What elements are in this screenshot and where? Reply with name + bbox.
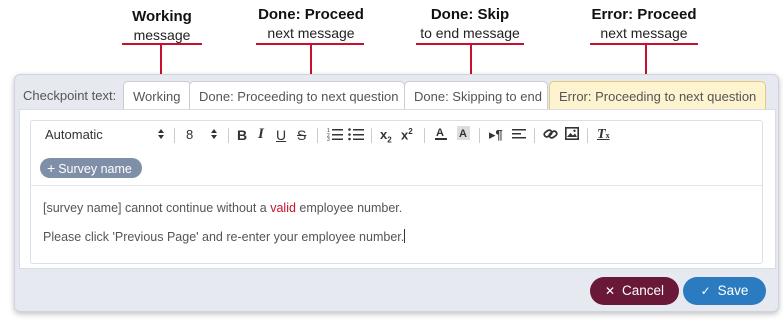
svg-text:A: A — [436, 127, 444, 139]
subscript-icon[interactable]: x2 — [380, 127, 392, 145]
save-button[interactable]: ✓ Save — [683, 277, 766, 305]
callout-underline — [122, 43, 202, 45]
tab-done-skipping[interactable]: Done: Skipping to end — [404, 81, 548, 109]
callout-subtitle: to end message — [420, 25, 520, 41]
editor-divider — [31, 185, 762, 186]
toolbar-separator — [534, 128, 535, 143]
callout-title: Done: Proceed — [258, 6, 364, 23]
underline-icon[interactable]: U — [276, 127, 286, 143]
callout-underline — [590, 43, 698, 45]
dialog-footer: ✕ Cancel ✓ Save — [15, 271, 778, 309]
close-icon: ✕ — [604, 284, 616, 298]
toolbar-separator — [228, 128, 229, 143]
align-icon[interactable] — [512, 127, 526, 144]
link-icon[interactable] — [543, 127, 558, 144]
callout-title: Working — [132, 8, 192, 25]
toolbar-separator — [424, 128, 425, 143]
svg-text:3: 3 — [327, 137, 330, 141]
survey-name-chip[interactable]: + Survey name — [40, 158, 142, 178]
text-caret — [404, 229, 406, 243]
callout-title: Error: Proceed — [591, 6, 697, 23]
font-color-icon[interactable]: A — [435, 126, 447, 144]
toolbar-separator — [174, 128, 175, 143]
toolbar-separator — [371, 128, 372, 143]
plus-icon: + — [47, 160, 56, 176]
editor-toolbar: Automatic 8 B I U S 1 2 3 x2 x2 A A ▸¶ T… — [31, 121, 762, 147]
callout-done-proceed: Done: Proceed next message — [248, 6, 374, 42]
tabs-label: Checkpoint text: — [23, 88, 117, 103]
updown-icon — [210, 127, 218, 146]
superscript-icon[interactable]: x2 — [401, 127, 413, 142]
ordered-list-icon[interactable]: 123 — [327, 127, 343, 144]
tab-done-proceeding[interactable]: Done: Proceeding to next question — [189, 81, 405, 109]
bullet-list-icon[interactable] — [348, 127, 364, 144]
tab-label: Done: Proceeding to next question — [199, 89, 399, 104]
save-label: Save — [717, 283, 749, 298]
tab-label: Working — [133, 89, 181, 104]
tab-label: Error: Proceeding to next question — [559, 89, 757, 104]
content-line-2[interactable]: Please click 'Previous Page' and re-ente… — [43, 229, 406, 244]
checkpoint-dialog: Checkpoint text: Working Done: Proceedin… — [14, 74, 779, 312]
text-segment: [survey name] cannot continue without a — [43, 201, 271, 215]
size-select-value: 8 — [186, 127, 194, 142]
chip-label: Survey name — [58, 162, 132, 176]
callout-working: Working message — [112, 8, 212, 44]
callout-done-skip: Done: Skip to end message — [408, 6, 532, 42]
svg-text:A: A — [459, 128, 467, 140]
toolbar-separator — [317, 128, 318, 143]
cancel-button[interactable]: ✕ Cancel — [590, 277, 679, 305]
content-line-1[interactable]: [survey name] cannot continue without a … — [43, 201, 402, 215]
toolbar-separator — [587, 128, 588, 143]
text-segment: employee number. — [295, 201, 403, 215]
tabs-row: Checkpoint text: Working Done: Proceedin… — [15, 79, 778, 109]
callout-subtitle: next message — [267, 25, 355, 41]
font-select[interactable]: Automatic — [45, 126, 165, 144]
text-segment: Please click 'Previous Page' and re-ente… — [43, 230, 405, 244]
check-icon: ✓ — [700, 284, 711, 298]
tab-panel: Automatic 8 B I U S 1 2 3 x2 x2 A A ▸¶ T… — [19, 109, 776, 269]
bold-icon[interactable]: B — [237, 127, 247, 143]
tab-label: Done: Skipping to end — [414, 89, 542, 104]
cancel-label: Cancel — [622, 283, 665, 298]
tab-working[interactable]: Working — [123, 81, 191, 109]
highlight-icon[interactable]: A — [457, 126, 470, 144]
italic-icon[interactable]: I — [258, 126, 264, 143]
toolbar-separator — [479, 128, 480, 143]
image-icon[interactable] — [565, 127, 579, 143]
text-direction-icon[interactable]: ▸¶ — [489, 127, 503, 143]
tab-error-proceeding[interactable]: Error: Proceeding to next question — [549, 81, 766, 109]
strikethrough-icon[interactable]: S — [297, 127, 306, 143]
updown-icon — [157, 127, 165, 146]
callout-subtitle: next message — [600, 25, 688, 41]
highlighted-word: valid — [270, 201, 296, 215]
size-select[interactable]: 8 — [186, 126, 218, 144]
clear-format-icon[interactable]: Tx — [597, 127, 610, 143]
callout-error-proceed: Error: Proceed next message — [582, 6, 706, 42]
rich-text-editor: Automatic 8 B I U S 1 2 3 x2 x2 A A ▸¶ T… — [30, 120, 763, 264]
callout-title: Done: Skip — [430, 6, 510, 23]
font-select-value: Automatic — [45, 127, 103, 142]
callout-subtitle: message — [133, 27, 191, 43]
